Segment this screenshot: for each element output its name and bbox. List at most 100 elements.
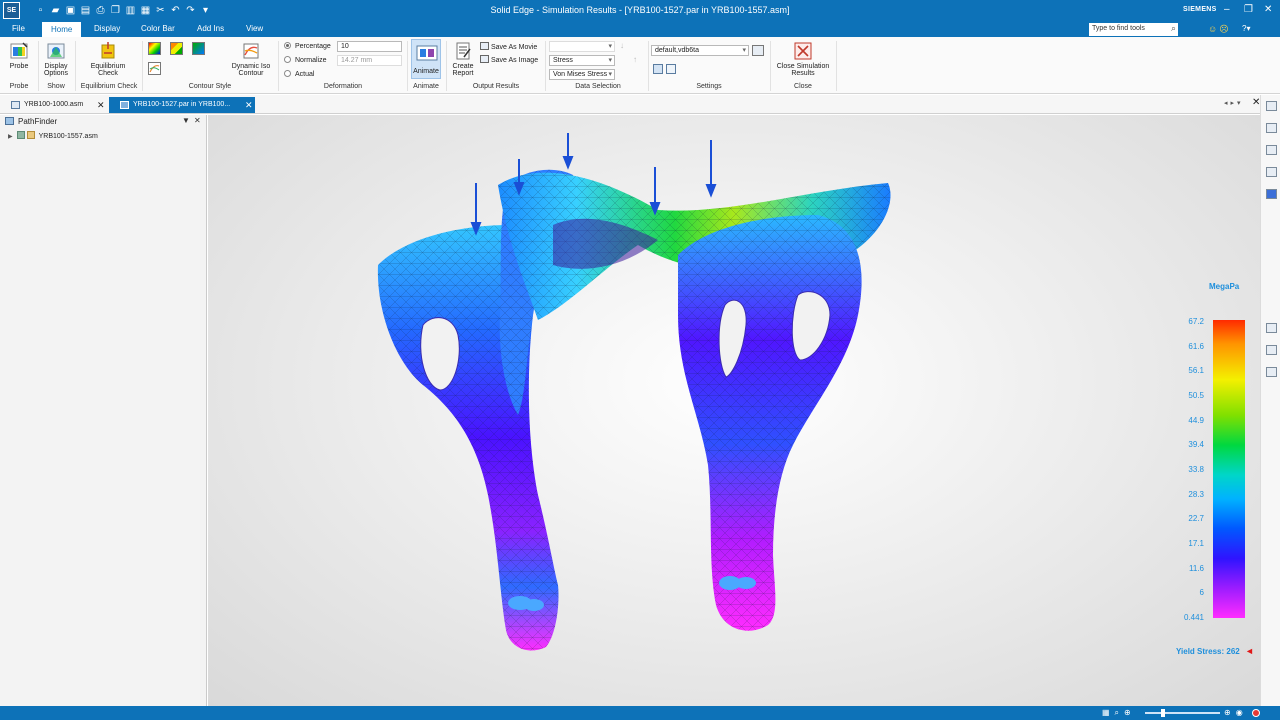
dock-tool-icon[interactable] bbox=[1266, 167, 1277, 177]
tab-display[interactable]: Display bbox=[94, 24, 120, 33]
tab-color-bar[interactable]: Color Bar bbox=[141, 24, 175, 33]
legend-tick-label: 6 bbox=[1199, 588, 1204, 598]
close-icon[interactable]: ✕ bbox=[1264, 4, 1272, 15]
save-image-label: Save As Image bbox=[491, 57, 539, 64]
legend-tick-label: 39.4 bbox=[1188, 440, 1204, 450]
dock-tool-icon[interactable] bbox=[1266, 123, 1277, 133]
group-close: Close bbox=[794, 83, 812, 90]
view-controls[interactable]: ▦⌕⊕ bbox=[1102, 708, 1136, 718]
group-settings: Settings bbox=[696, 83, 722, 90]
graphics-viewport[interactable] bbox=[208, 115, 1260, 706]
pin-icon[interactable]: ▼ bbox=[182, 116, 190, 125]
pathfinder-title: PathFinder bbox=[18, 117, 58, 126]
percentage-field[interactable]: 10 bbox=[337, 41, 402, 52]
close-tab-icon[interactable]: ✕ bbox=[245, 100, 253, 111]
contour-smooth-icon[interactable] bbox=[148, 42, 161, 55]
radio-percentage[interactable]: Percentage bbox=[284, 42, 331, 50]
radio-normalize[interactable]: Normalize bbox=[284, 56, 327, 64]
zoom-slider[interactable] bbox=[1145, 712, 1220, 714]
group-equilibrium-check: Equilibrium Check bbox=[80, 83, 138, 90]
legend-tick-label: 22.7 bbox=[1188, 514, 1204, 524]
display-options-button[interactable]: Display Options bbox=[40, 41, 72, 77]
tab-file[interactable]: File bbox=[12, 24, 25, 33]
equilibrium-icon bbox=[101, 42, 115, 59]
legend-tick-label: 17.1 bbox=[1188, 539, 1204, 548]
down-arrow-icon[interactable]: ↓ bbox=[620, 41, 624, 50]
doc-tab-label: YRB100-1527.par in YRB100... bbox=[133, 101, 231, 108]
ribbon-tabs: File Home Display Color Bar Add Ins View… bbox=[0, 22, 1280, 37]
close-tab-icon[interactable]: ✕ bbox=[97, 100, 105, 111]
component-select[interactable]: Von Mises Stress bbox=[549, 69, 615, 80]
legend-tick-label: 28.3 bbox=[1188, 489, 1204, 499]
settings-preset-select[interactable]: default,vdb6ta bbox=[651, 45, 749, 56]
help-icon[interactable]: ?▾ bbox=[1242, 24, 1250, 33]
close-results-label-2: Results bbox=[791, 70, 815, 77]
divider bbox=[75, 41, 76, 91]
equilibrium-label-2: Check bbox=[98, 70, 118, 77]
animate-label: Animate bbox=[413, 68, 439, 75]
tree-item-label: YRB100-1557.asm bbox=[38, 133, 98, 140]
pathfinder-panel: PathFinder ▼ ✕ ▶ YRB100-1557.asm bbox=[0, 115, 207, 706]
assembly-doc-icon bbox=[11, 101, 20, 109]
up-arrow-icon[interactable]: ↑ bbox=[633, 55, 637, 64]
window-title: Solid Edge - Simulation Results - [YRB10… bbox=[490, 5, 790, 15]
probe-icon bbox=[10, 42, 28, 59]
load-case-select[interactable] bbox=[549, 41, 615, 52]
minimize-icon[interactable]: – bbox=[1224, 4, 1230, 15]
dock-tool-icon[interactable] bbox=[1266, 345, 1277, 355]
pathfinder-tree: ▶ YRB100-1557.asm bbox=[8, 131, 98, 140]
dock-tool-icon[interactable] bbox=[1266, 367, 1277, 377]
fit-view-icons[interactable]: ⊕◉ bbox=[1224, 708, 1248, 717]
tab-add-ins[interactable]: Add Ins bbox=[197, 24, 224, 33]
display-options-label-2: Options bbox=[43, 70, 69, 77]
right-dock-bar bbox=[1260, 95, 1280, 706]
command-finder[interactable]: Type to find tools ⌕ bbox=[1089, 23, 1178, 36]
yield-stress-label: Yield Stress: 262 bbox=[1176, 647, 1240, 656]
create-report-button[interactable]: Create Report bbox=[449, 41, 477, 77]
save-as-image-button[interactable]: Save As Image bbox=[480, 55, 538, 64]
expand-icon[interactable]: ▶ bbox=[8, 134, 13, 140]
search-icon[interactable]: ⌕ bbox=[1171, 23, 1176, 34]
animate-button[interactable]: Animate bbox=[411, 39, 441, 79]
brand-logo: SIEMENS bbox=[1183, 6, 1217, 13]
zoom-slider-thumb[interactable] bbox=[1161, 709, 1165, 717]
doc-tab-assembly[interactable]: YRB100-1000.asm ✕ bbox=[0, 97, 108, 113]
save-as-movie-button[interactable]: Save As Movie bbox=[480, 42, 537, 51]
dock-tool-icon[interactable] bbox=[1266, 323, 1277, 333]
equilibrium-label-1: Equilibrium bbox=[90, 63, 126, 70]
tab-scroll-arrows[interactable]: ◂▸▾ bbox=[1224, 99, 1244, 107]
dock-tool-icon[interactable] bbox=[1266, 189, 1277, 199]
tab-home[interactable]: Home bbox=[42, 22, 82, 37]
normalize-field[interactable]: 14.27 mm bbox=[337, 55, 402, 66]
settings-save-icon[interactable] bbox=[653, 64, 663, 74]
close-simulation-results-button[interactable]: Close Simulation Results bbox=[772, 41, 834, 77]
restore-icon[interactable]: ❐ bbox=[1244, 4, 1253, 15]
legend-tick-label: 0.441 bbox=[1183, 613, 1204, 622]
doc-tab-part[interactable]: YRB100-1527.par in YRB100... ✕ bbox=[109, 97, 255, 113]
record-icon[interactable] bbox=[1252, 709, 1260, 717]
dock-tool-icon[interactable] bbox=[1266, 145, 1277, 155]
divider bbox=[836, 41, 837, 91]
radio-actual[interactable]: Actual bbox=[284, 70, 314, 78]
status-bar: ▦⌕⊕ ⊕◉ bbox=[0, 706, 1280, 720]
close-results-label-1: Close Simulation bbox=[776, 63, 830, 70]
pathfinder-icon bbox=[5, 117, 14, 125]
result-type-select[interactable]: Stress bbox=[549, 55, 615, 66]
ribbon: Probe Probe Display Options Show Equilib… bbox=[0, 37, 1280, 94]
dock-tool-icon[interactable] bbox=[1266, 101, 1277, 111]
contour-lines-icon[interactable] bbox=[148, 62, 161, 75]
feedback-icon[interactable]: ☺☹ bbox=[1208, 24, 1231, 35]
divider bbox=[770, 41, 771, 91]
dynamic-iso-contour-button[interactable]: Dynamic Iso Contour bbox=[229, 41, 273, 77]
equilibrium-check-button[interactable]: Equilibrium Check bbox=[82, 41, 134, 77]
contour-mesh-icon[interactable] bbox=[192, 42, 205, 55]
probe-button[interactable]: Probe bbox=[6, 41, 32, 70]
settings-reset-icon[interactable] bbox=[666, 64, 676, 74]
tab-view[interactable]: View bbox=[246, 24, 263, 33]
settings-manage-icon[interactable] bbox=[752, 45, 764, 56]
close-panel-icon[interactable]: ✕ bbox=[194, 116, 201, 125]
contour-banded-icon[interactable] bbox=[170, 42, 183, 55]
tree-item[interactable]: ▶ YRB100-1557.asm bbox=[8, 131, 98, 140]
iso-contour-icon bbox=[243, 43, 259, 59]
color-bar[interactable] bbox=[1213, 320, 1245, 618]
